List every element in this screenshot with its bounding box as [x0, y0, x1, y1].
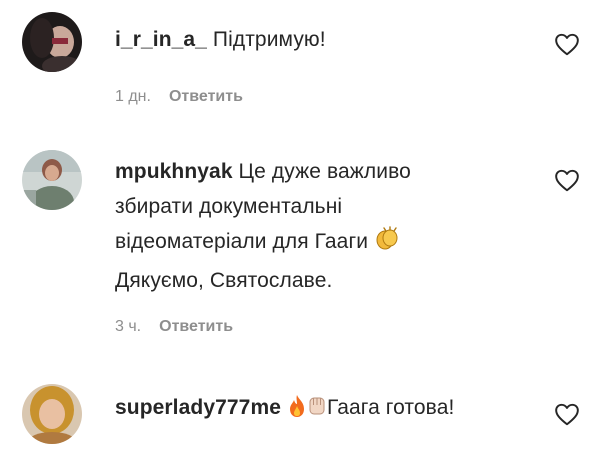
comment-text: superlady777me Гаага готова!: [115, 390, 535, 429]
like-heart-icon[interactable]: [554, 32, 580, 56]
comment-body: superlady777me Гаага готова!: [115, 390, 535, 429]
avatar[interactable]: [22, 384, 82, 444]
comment-text: відеоматеріали для Гааги: [115, 224, 535, 263]
comment-text: i_r_in_a_ Підтримую!: [115, 28, 326, 51]
raised-fist-emoji: [307, 394, 327, 429]
reply-button[interactable]: Ответить: [159, 318, 233, 335]
comment-item: superlady777me Гаага готова!: [0, 360, 600, 449]
comment-text: mpukhnyak Це дуже важливо: [115, 160, 411, 183]
comment-meta: 3 ч. Ответить: [115, 318, 233, 336]
comment-meta: 1 дн. Ответить: [115, 88, 243, 106]
comment-body: mpukhnyak Це дуже важливо збирати докуме…: [115, 154, 535, 298]
comment-username[interactable]: mpukhnyak: [115, 160, 233, 183]
comment-text: Дякуємо, Святославе.: [115, 269, 333, 292]
comment-item: i_r_in_a_ Підтримую! 1 дн. Ответить: [0, 0, 600, 140]
avatar[interactable]: [22, 12, 82, 72]
reply-button[interactable]: Ответить: [169, 88, 243, 105]
comment-username[interactable]: i_r_in_a_: [115, 28, 207, 51]
comment-time[interactable]: 3 ч.: [115, 318, 141, 335]
like-heart-icon[interactable]: [554, 168, 580, 192]
comment-text: збирати документальні: [115, 195, 343, 218]
comment-body: i_r_in_a_ Підтримую!: [115, 22, 535, 57]
comment-item: mpukhnyak Це дуже важливо збирати докуме…: [0, 140, 600, 360]
avatar[interactable]: [22, 150, 82, 210]
comment-username[interactable]: superlady777me: [115, 396, 281, 419]
fire-emoji: [287, 394, 307, 429]
like-heart-icon[interactable]: [554, 402, 580, 426]
clapping-hands-emoji: [374, 226, 400, 263]
comment-time[interactable]: 1 дн.: [115, 88, 151, 105]
